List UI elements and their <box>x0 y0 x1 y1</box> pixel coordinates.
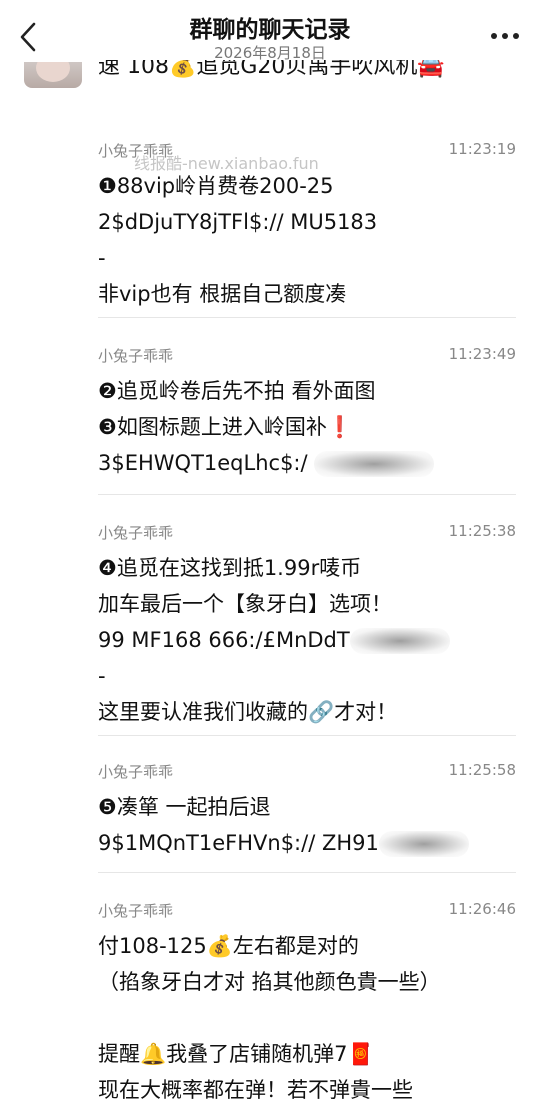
message-body: 付108-125💰左右都是对的 （掐象牙白才对 掐其他颜色貴一些） 提醒🔔我叠了… <box>98 928 516 1108</box>
more-options-icon[interactable] <box>488 22 522 50</box>
message-line-text: 99 MF168 666:/£MnDdT <box>98 628 350 652</box>
message-line: ❶88vip岭肖费卷200-25 <box>98 174 334 198</box>
sender-name: 小兔子乖乖 <box>98 347 174 365</box>
sender-name: 小兔子乖乖 <box>98 142 174 160</box>
message-line: ❸如图标题上进入岭国补❗ <box>98 415 353 439</box>
message-line: 2$dDjuTY8jTFl$:// MU5183 <box>98 210 378 234</box>
message-line-text: 3$EHWQT1eqLhc$:/ <box>98 451 315 475</box>
sender-name: 小兔子乖乖 <box>98 902 174 920</box>
message-line: ❹追觅在这找到抵1.99r唛币 <box>98 556 362 580</box>
message-line-text: 9$1MQnT1eFHVn$:// ZH91 <box>98 831 379 855</box>
message-body: ❹追觅在这找到抵1.99r唛币 加车最后一个【象牙白】选项！ 99 MF168 … <box>98 550 516 730</box>
sender-name: 小兔子乖乖 <box>98 524 174 542</box>
message-body: ❺凑箪 一起拍后退 9$1MQnT1eFHVn$:// ZH91 <box>98 789 516 861</box>
message-line: 加车最后一个【象牙白】选项！ <box>98 592 392 616</box>
redaction-blur <box>314 451 435 477</box>
message-line-with-redaction: 99 MF168 666:/£MnDdT <box>98 622 516 658</box>
message-time: 11:23:19 <box>448 140 516 158</box>
message-line-with-redaction: 3$EHWQT1eqLhc$:/ <box>98 445 516 481</box>
avatar-face <box>36 62 70 82</box>
message-line: - <box>98 664 106 688</box>
message-line: 提醒🔔我叠了店铺随机弹7🧧 <box>98 1042 374 1066</box>
chat-message[interactable]: 小兔子乖乖 11:23:49 ❷追觅岭卷后先不拍 看外面图 ❸如图标题上进入岭国… <box>98 345 516 495</box>
message-time: 11:25:58 <box>448 761 516 779</box>
message-line: 这里要认准我们收藏的🔗才对！ <box>98 700 398 724</box>
message-line-blank <box>98 1000 516 1036</box>
message-time: 11:26:46 <box>448 900 516 918</box>
message-line-with-redaction: 9$1MQnT1eFHVn$:// ZH91 <box>98 825 516 861</box>
header-bar: 群聊的聊天记录 2026年8月18日 <box>0 0 540 68</box>
message-line: 付108-125💰左右都是对的 <box>98 934 359 958</box>
message-line: 非vip也有 根据自己额度凑 <box>98 282 347 306</box>
chat-message[interactable]: 小兔子乖乖 11:25:58 ❺凑箪 一起拍后退 9$1MQnT1eFHVn$:… <box>98 761 516 873</box>
chat-message[interactable]: 小兔子乖乖 11:25:38 ❹追觅在这找到抵1.99r唛币 加车最后一个【象牙… <box>98 522 516 736</box>
message-time: 11:23:49 <box>448 345 516 363</box>
redaction-blur <box>378 831 469 857</box>
message-line: （掐象牙白才对 掐其他颜色貴一些） <box>98 970 441 994</box>
message-time: 11:25:38 <box>448 522 516 540</box>
message-line: - <box>98 246 106 270</box>
chat-message[interactable]: 小兔子乖乖 11:26:46 付108-125💰左右都是对的 （掐象牙白才对 掐… <box>98 900 516 1102</box>
message-body: ❷追觅岭卷后先不拍 看外面图 ❸如图标题上进入岭国补❗ 3$EHWQT1eqLh… <box>98 373 516 481</box>
avatar[interactable] <box>24 62 82 88</box>
message-line: 现在大概率都在弹！若不弹貴一些 <box>98 1078 413 1102</box>
message-line: ❷追觅岭卷后先不拍 看外面图 <box>98 379 376 403</box>
sender-name: 小兔子乖乖 <box>98 763 174 781</box>
previous-message-text: 速 108💰追觅G20贝禹手吹风机🚘 <box>98 60 445 79</box>
message-body: ❶88vip岭肖费卷200-25 2$dDjuTY8jTFl$:// MU518… <box>98 168 516 312</box>
page-title: 群聊的聊天记录 <box>189 17 351 43</box>
message-line: ❺凑箪 一起拍后退 <box>98 795 271 819</box>
chat-message[interactable]: 小兔子乖乖 11:23:19 ❶88vip岭肖费卷200-25 2$dDjuTY… <box>98 140 516 318</box>
redaction-blur <box>349 628 450 654</box>
